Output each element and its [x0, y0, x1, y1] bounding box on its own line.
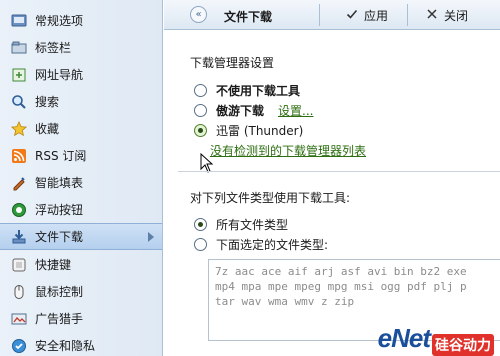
- collapse-sidebar-button[interactable]: «: [190, 6, 207, 23]
- search-icon: [11, 94, 27, 110]
- sidebar-item-label: 广告猎手: [35, 312, 84, 326]
- apply-button[interactable]: 应用: [346, 4, 388, 26]
- shortcut-icon: [11, 257, 27, 273]
- url-nav-icon: [11, 67, 27, 83]
- toolbar-divider: [319, 4, 320, 26]
- file-types-section-title: 对下列文件类型使用下载工具:: [190, 191, 351, 205]
- option-no-download-tool[interactable]: 不使用下载工具: [194, 82, 300, 99]
- sidebar-item-general[interactable]: 常规选项: [0, 7, 162, 34]
- radio-button[interactable]: [194, 238, 207, 251]
- sidebar-item-label: 文件下载: [35, 230, 84, 244]
- sidebar-item-tab-bar[interactable]: 标签栏: [0, 34, 162, 61]
- option-label: 傲游下载: [216, 104, 265, 118]
- option-label: 所有文件类型: [216, 218, 289, 232]
- sidebar-item-label: 收藏: [35, 122, 60, 136]
- download-icon: [11, 229, 27, 245]
- sidebar-item-security[interactable]: 安全和隐私: [0, 332, 162, 356]
- option-thunder[interactable]: 迅雷 (Thunder): [194, 122, 303, 139]
- settings-panel: 下载管理器设置 不使用下载工具 傲游下载 设置... 迅雷 (Thunder) …: [164, 31, 500, 356]
- close-label: 关闭: [444, 8, 469, 23]
- general-icon: [11, 13, 27, 29]
- mouse-icon: [11, 284, 27, 300]
- watermark-sub: 硅谷动力: [432, 334, 494, 356]
- security-icon: [11, 338, 27, 354]
- apply-label: 应用: [364, 8, 389, 23]
- page-toolbar: « 文件下载 应用 关闭: [164, 0, 500, 30]
- sidebar-item-ad-hunter[interactable]: 广告猎手: [0, 305, 162, 332]
- section-divider: [178, 171, 500, 172]
- page-title: 文件下载: [224, 10, 273, 24]
- float-button-icon: [11, 202, 27, 218]
- option-selected-file-types[interactable]: 下面选定的文件类型:: [194, 236, 328, 253]
- sidebar-item-float-button[interactable]: 浮动按钮: [0, 196, 162, 223]
- sidebar-item-label: 智能填表: [35, 176, 84, 190]
- undetected-manager-list-link[interactable]: 没有检测到的下载管理器列表: [210, 142, 366, 159]
- toolbar-divider: [407, 4, 408, 26]
- mouse-pointer-icon: [200, 152, 214, 176]
- sidebar-item-label: RSS 订阅: [35, 149, 87, 163]
- sidebar-item-search[interactable]: 搜索: [0, 88, 162, 115]
- file-extensions-textarea[interactable]: 7z aac ace aif arj asf avi bin bz2 exe m…: [208, 259, 500, 341]
- sidebar-item-autofill[interactable]: 智能填表: [0, 169, 162, 196]
- sidebar-item-label: 常规选项: [35, 14, 84, 28]
- download-manager-section-title: 下载管理器设置: [190, 56, 275, 70]
- double-chevron-left-icon: «: [195, 9, 202, 20]
- option-label: 不使用下载工具: [216, 84, 301, 98]
- sidebar-item-url-nav[interactable]: 网址导航: [0, 61, 162, 88]
- option-maxthon-download[interactable]: 傲游下载 设置...: [194, 102, 313, 119]
- watermark-logo: eNet: [377, 323, 431, 353]
- sidebar-item-label: 安全和隐私: [35, 339, 96, 353]
- favorites-star-icon: [11, 120, 27, 137]
- radio-button[interactable]: [194, 104, 207, 117]
- sidebar-item-download[interactable]: 文件下载: [0, 223, 162, 250]
- radio-button[interactable]: [194, 84, 207, 97]
- tab-bar-icon: [11, 40, 27, 56]
- sidebar-item-favorites[interactable]: 收藏: [0, 115, 162, 142]
- settings-link[interactable]: 设置...: [278, 102, 313, 119]
- sidebar-item-label: 鼠标控制: [35, 285, 84, 299]
- rss-icon: [11, 148, 27, 164]
- option-label: 迅雷 (Thunder): [216, 124, 304, 138]
- chevron-right-icon: [148, 232, 154, 242]
- close-button[interactable]: 关闭: [426, 4, 468, 26]
- option-all-file-types[interactable]: 所有文件类型: [194, 216, 288, 233]
- option-label: 下面选定的文件类型:: [216, 238, 329, 252]
- sidebar-item-shortcut[interactable]: 快捷键: [0, 251, 162, 278]
- sidebar-item-label: 搜索: [35, 95, 60, 109]
- sidebar-item-mouse[interactable]: 鼠标控制: [0, 278, 162, 305]
- sidebar-item-label: 快捷键: [35, 258, 72, 272]
- autofill-icon: [11, 175, 27, 191]
- sidebar-item-label: 网址导航: [35, 68, 84, 82]
- ad-hunter-icon: [11, 311, 27, 327]
- options-sidebar: 常规选项 标签栏 网址导航 搜索 收藏 RSS 订阅 智能填表 浮动按钮 文件下…: [0, 0, 163, 356]
- radio-button-selected[interactable]: [194, 124, 207, 137]
- radio-button-selected[interactable]: [194, 218, 207, 231]
- close-icon: [426, 8, 438, 23]
- sidebar-item-rss[interactable]: RSS 订阅: [0, 142, 162, 169]
- sidebar-item-label: 浮动按钮: [35, 203, 84, 217]
- checkmark-icon: [346, 8, 358, 23]
- sidebar-item-label: 标签栏: [35, 41, 72, 55]
